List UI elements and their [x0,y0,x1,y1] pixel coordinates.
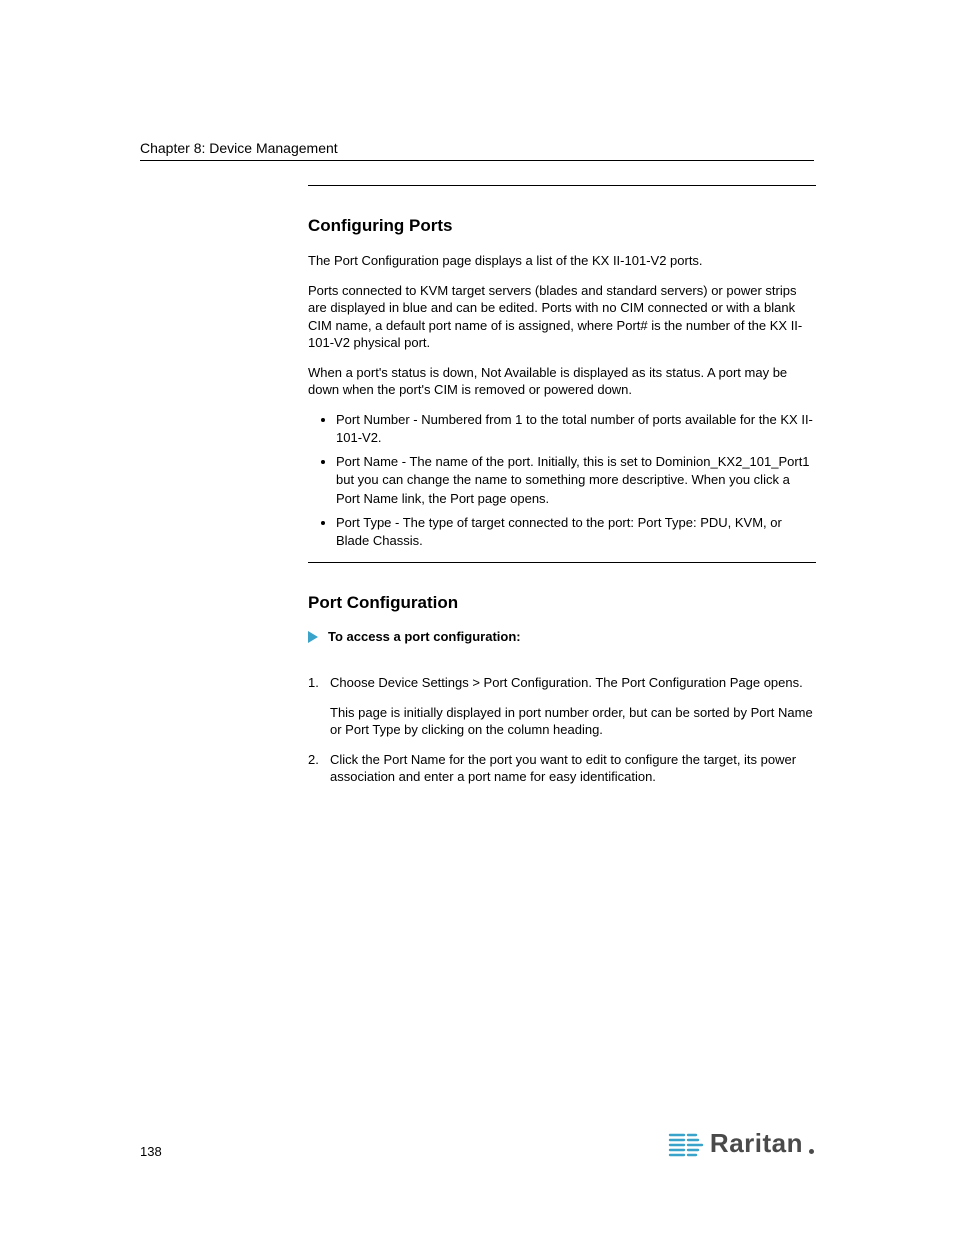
ordered-steps: 1. Choose Device Settings > Port Configu… [308,674,816,786]
section-heading-port-configuration: Port Configuration [308,593,816,613]
step: 1. Choose Device Settings > Port Configu… [308,674,816,692]
content-column: Configuring Ports The Port Configuration… [308,185,816,786]
list-item: Port Name - The name of the port. Initia… [336,453,816,508]
divider-col-mid [308,562,816,563]
step-text: Click the Port Name for the port you wan… [330,751,816,786]
procedure-label: To access a port configuration: [328,629,521,644]
logo-mark-icon [668,1131,704,1157]
brand-dot-icon [809,1149,814,1154]
paragraph: The Port Configuration page displays a l… [308,252,816,270]
step-number: 2. [308,751,330,786]
chapter-title: Chapter 8: Device Management [140,140,814,156]
list-item: Port Type - The type of target connected… [336,514,816,550]
section-heading-configuring-ports: Configuring Ports [308,216,816,236]
step-substep: This page is initially displayed in port… [330,704,816,739]
procedure-heading: To access a port configuration: [308,629,816,644]
divider-col-top [308,185,816,186]
divider-full [140,160,814,161]
paragraph: Ports connected to KVM target servers (b… [308,282,816,352]
page-number: 138 [140,1144,162,1159]
step-text: Choose Device Settings > Port Configurat… [330,674,803,692]
step: 2. Click the Port Name for the port you … [308,751,816,786]
list-item: Port Number - Numbered from 1 to the tot… [336,411,816,447]
play-triangle-icon [308,631,318,643]
brand-name: Raritan [710,1128,803,1159]
page-footer: 138 Raritan [140,1128,814,1159]
bullet-list: Port Number - Numbered from 1 to the tot… [308,411,816,550]
page: Chapter 8: Device Management Configuring… [0,0,954,1235]
brand-logo: Raritan [668,1128,814,1159]
step-number: 1. [308,674,330,692]
paragraph: When a port's status is down, Not Availa… [308,364,816,399]
